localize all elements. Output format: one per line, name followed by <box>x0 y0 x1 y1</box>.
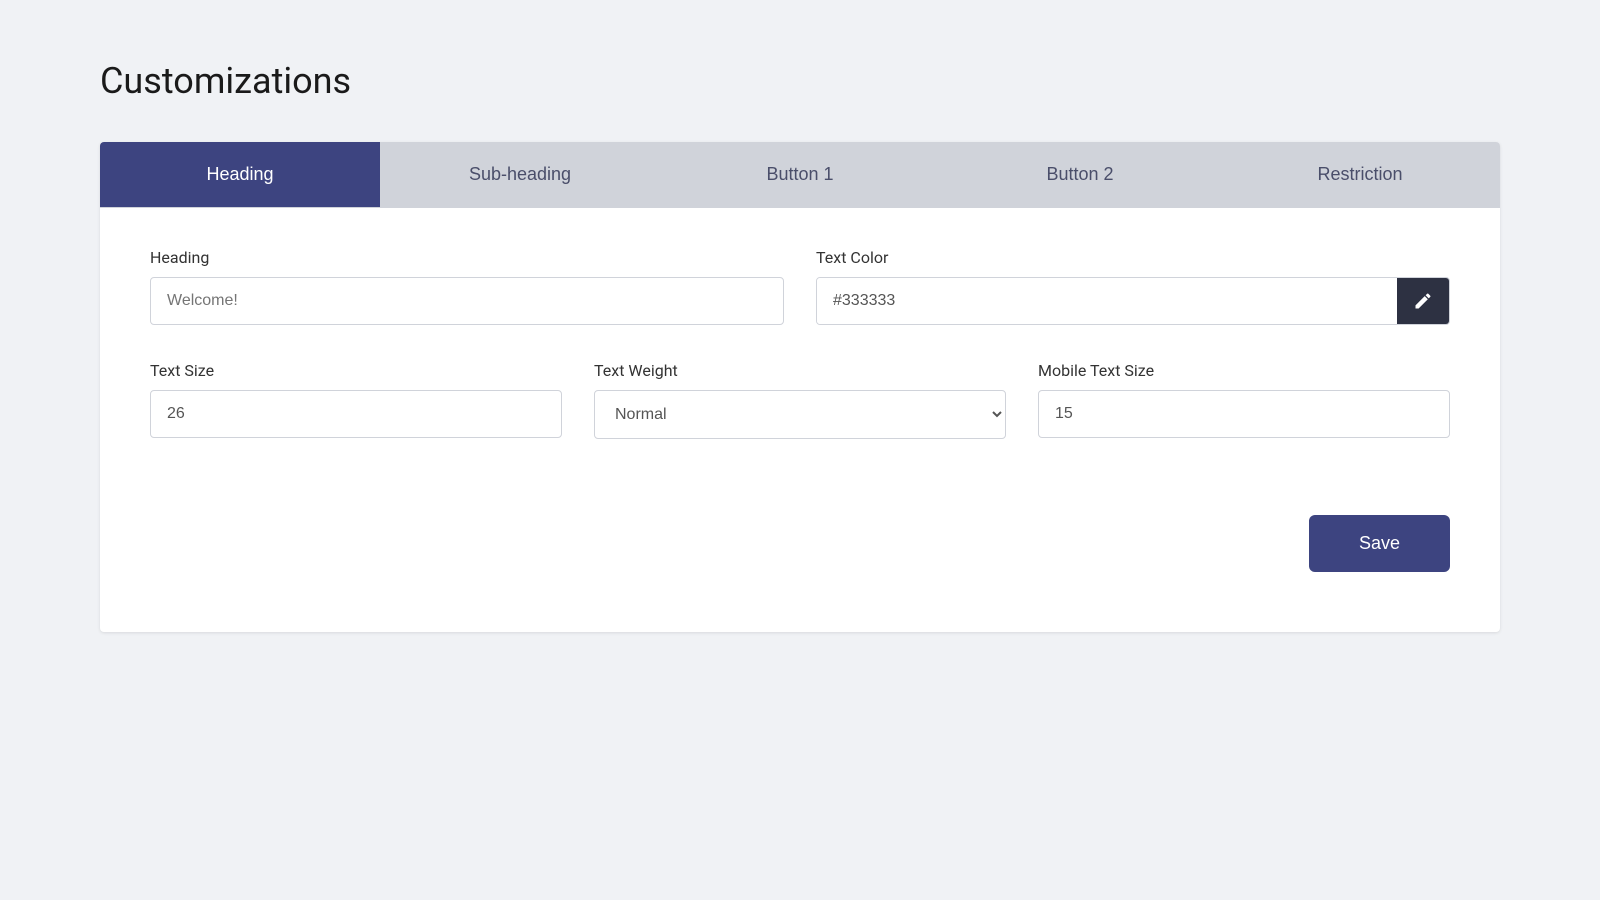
tab-sub-heading[interactable]: Sub-heading <box>380 142 660 207</box>
text-weight-label: Text Weight <box>594 361 1006 380</box>
mobile-text-size-input[interactable] <box>1038 390 1450 438</box>
form-row-2: Text Size Text Weight Normal Bold Light … <box>150 361 1450 439</box>
card: Heading Sub-heading Button 1 Button 2 Re… <box>100 142 1500 632</box>
heading-label: Heading <box>150 248 784 267</box>
save-button[interactable]: Save <box>1309 515 1450 572</box>
text-size-group: Text Size <box>150 361 562 438</box>
text-color-group: Text Color <box>816 248 1450 325</box>
heading-input[interactable] <box>150 277 784 325</box>
heading-group: Heading <box>150 248 784 325</box>
form-section: Heading Text Color <box>150 248 1450 572</box>
save-row: Save <box>150 515 1450 572</box>
mobile-text-size-label: Mobile Text Size <box>1038 361 1450 380</box>
pen-icon <box>1413 291 1433 311</box>
mobile-text-size-group: Mobile Text Size <box>1038 361 1450 438</box>
text-size-label: Text Size <box>150 361 562 380</box>
tab-content: Heading Text Color <box>100 208 1500 632</box>
tab-button2[interactable]: Button 2 <box>940 142 1220 207</box>
text-size-input[interactable] <box>150 390 562 438</box>
color-picker-button[interactable] <box>1397 278 1449 324</box>
text-weight-select[interactable]: Normal Bold Light Medium <box>594 390 1006 439</box>
text-color-input[interactable] <box>817 278 1397 324</box>
tab-restriction[interactable]: Restriction <box>1220 142 1500 207</box>
page-container: Customizations Heading Sub-heading Butto… <box>100 60 1500 632</box>
tab-button1[interactable]: Button 1 <box>660 142 940 207</box>
text-weight-group: Text Weight Normal Bold Light Medium <box>594 361 1006 439</box>
tab-heading[interactable]: Heading <box>100 142 380 207</box>
text-color-label: Text Color <box>816 248 1450 267</box>
tabs-bar: Heading Sub-heading Button 1 Button 2 Re… <box>100 142 1500 208</box>
color-input-wrapper <box>816 277 1450 325</box>
form-row-1: Heading Text Color <box>150 248 1450 325</box>
page-title: Customizations <box>100 60 1500 102</box>
